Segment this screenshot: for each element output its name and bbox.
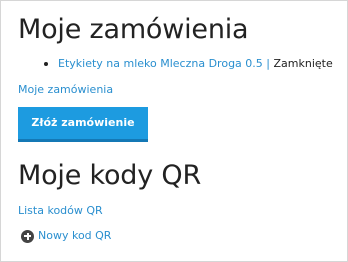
qr-list-link[interactable]: Lista kodów QR bbox=[18, 203, 339, 219]
place-order-button[interactable]: Złóż zamówienie bbox=[18, 107, 148, 142]
order-status: Zamknięte bbox=[273, 57, 333, 70]
orders-heading: Moje zamówienia bbox=[18, 14, 249, 45]
plus-circle-icon[interactable] bbox=[21, 229, 34, 243]
new-qr-row[interactable]: Nowy kod QR bbox=[21, 228, 339, 244]
new-qr-link[interactable]: Nowy kod QR bbox=[38, 228, 111, 244]
order-link[interactable]: Etykiety na mleko Mleczna Droga 0.5 bbox=[58, 57, 263, 70]
panel-content: Moje zamówienia Etykiety na mleko Mleczn… bbox=[18, 13, 339, 244]
orders-list: Etykiety na mleko Mleczna Droga 0.5 | Za… bbox=[18, 56, 339, 72]
list-item: Etykiety na mleko Mleczna Droga 0.5 | Za… bbox=[44, 56, 339, 72]
my-orders-link[interactable]: Moje zamówienia bbox=[18, 82, 339, 98]
bullet bbox=[44, 62, 48, 66]
panel: Moje zamówienia Etykiety na mleko Mleczn… bbox=[0, 0, 348, 262]
qr-heading: Moje kody QR bbox=[18, 160, 202, 191]
